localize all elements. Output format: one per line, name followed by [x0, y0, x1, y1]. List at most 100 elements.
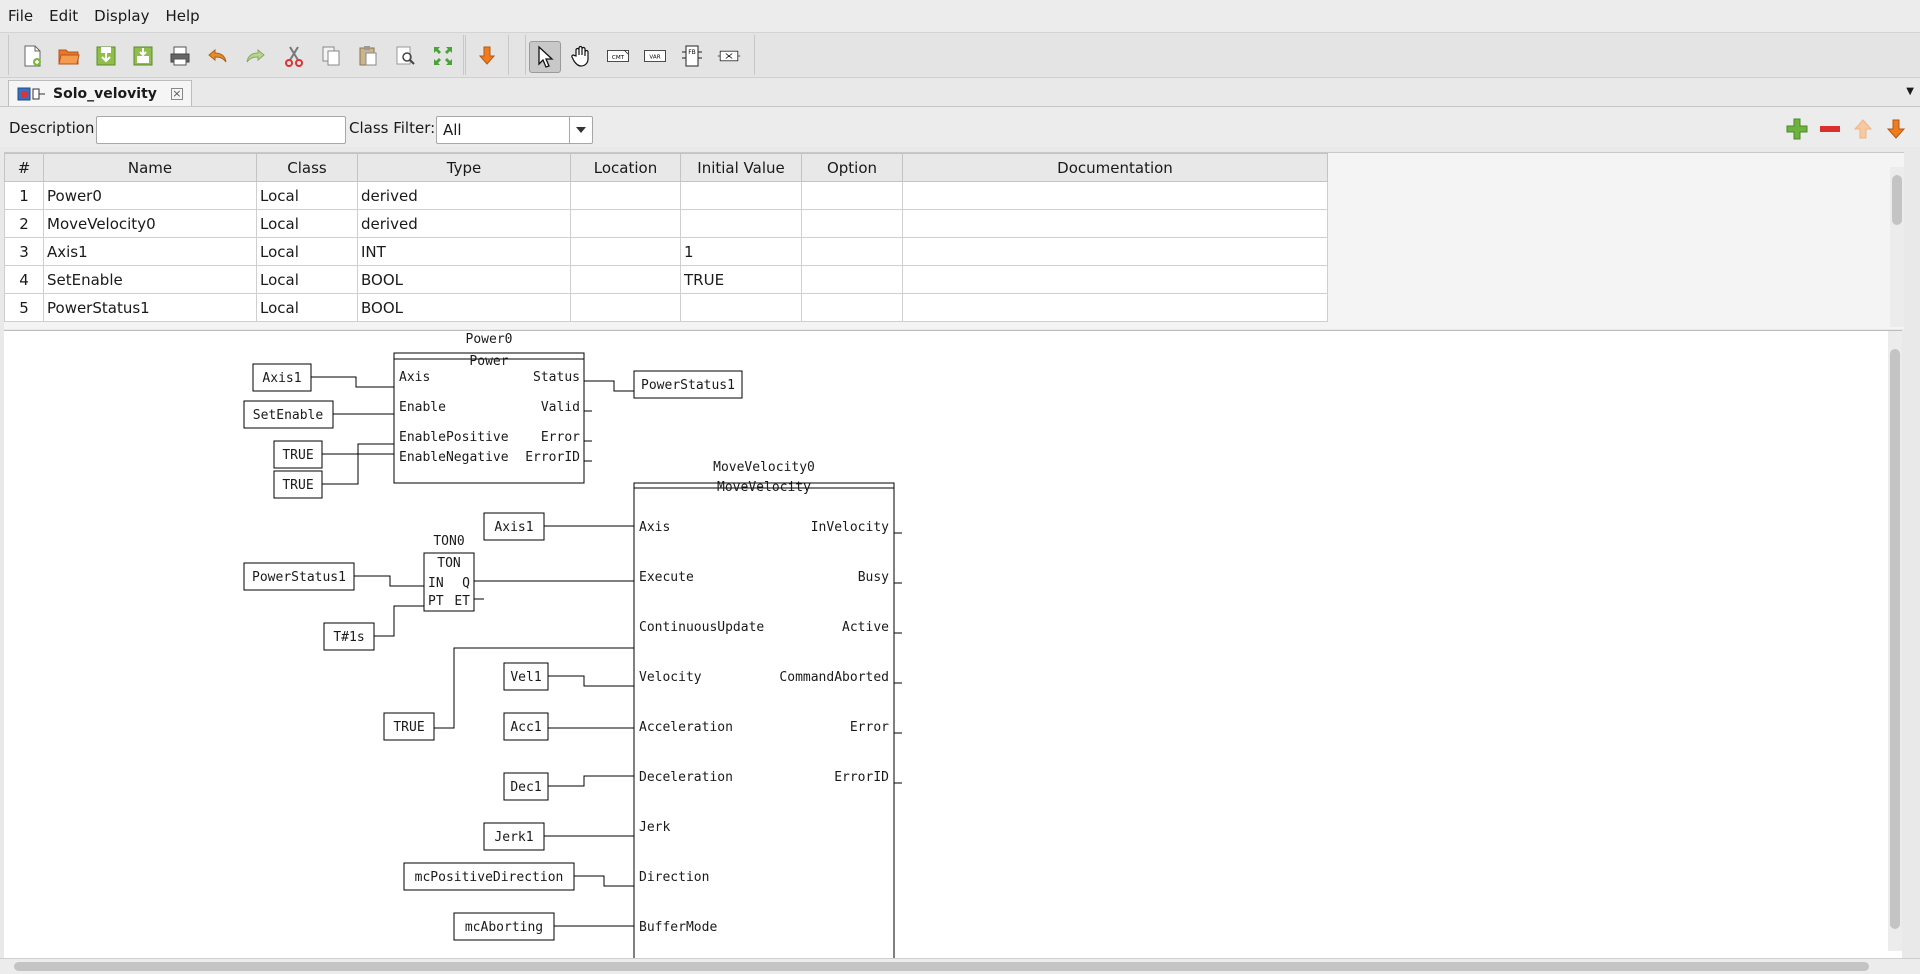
function-block-icon[interactable]: FB [677, 41, 707, 71]
column-header[interactable]: Location [570, 153, 681, 182]
remove-variable-icon[interactable] [1818, 117, 1842, 141]
menu-help[interactable]: Help [157, 7, 207, 25]
undo-icon[interactable] [203, 41, 233, 71]
column-header[interactable]: Type [357, 153, 571, 182]
option-cell[interactable] [801, 209, 903, 238]
ton-output-q: Q [462, 576, 470, 591]
scrollbar-thumb[interactable] [1890, 349, 1900, 929]
fbd-diagram-canvas[interactable]: Power0 Power Axis Enable EnablePositive … [4, 330, 1902, 959]
tab-title: Solo_velovity [53, 85, 157, 102]
class-cell[interactable]: Local [256, 181, 358, 210]
tab-list-dropdown-icon[interactable]: ▼ [1906, 86, 1914, 97]
name-cell[interactable]: SetEnable [43, 265, 257, 294]
table-vertical-scrollbar[interactable] [1890, 167, 1904, 327]
initial-value-cell[interactable]: TRUE [680, 265, 802, 294]
menu-file[interactable]: File [0, 7, 41, 25]
column-header[interactable]: Documentation [902, 153, 1328, 182]
name-cell[interactable]: PowerStatus1 [43, 293, 257, 322]
table-row[interactable]: 1 Power0 Local derived [4, 181, 1328, 210]
ton-instance-label: TON0 [433, 534, 464, 549]
menu-edit[interactable]: Edit [41, 7, 86, 25]
add-variable-icon[interactable] [1785, 117, 1809, 141]
column-header[interactable]: Initial Value [680, 153, 802, 182]
location-cell[interactable] [570, 265, 681, 294]
cut-icon[interactable] [279, 41, 309, 71]
comment-icon[interactable]: CMT [603, 41, 633, 71]
open-icon[interactable] [54, 41, 84, 71]
var-mcpositivedirection-label: mcPositiveDirection [415, 870, 564, 885]
zoom-fit-icon[interactable] [428, 41, 458, 71]
documentation-cell[interactable] [902, 293, 1328, 322]
documentation-cell[interactable] [902, 237, 1328, 266]
documentation-cell[interactable] [902, 265, 1328, 294]
class-cell[interactable]: Local [256, 237, 358, 266]
name-cell[interactable]: MoveVelocity0 [43, 209, 257, 238]
mv-output-errorid: ErrorID [834, 770, 889, 785]
diagram-horizontal-scrollbar[interactable] [0, 958, 1920, 974]
table-row[interactable]: 2 MoveVelocity0 Local derived [4, 209, 1328, 238]
description-input[interactable] [96, 116, 346, 144]
print-icon[interactable] [165, 41, 195, 71]
save-as-icon[interactable] [128, 41, 158, 71]
type-cell[interactable]: INT [357, 237, 571, 266]
program-icon [17, 87, 45, 100]
location-cell[interactable] [570, 181, 681, 210]
location-cell[interactable] [570, 237, 681, 266]
search-icon[interactable] [391, 41, 421, 71]
scrollbar-thumb[interactable] [1892, 175, 1902, 225]
type-cell[interactable]: BOOL [357, 265, 571, 294]
name-cell[interactable]: Axis1 [43, 237, 257, 266]
variable-icon[interactable]: VAR [640, 41, 670, 71]
redo-icon[interactable] [240, 41, 270, 71]
initial-value-cell[interactable] [680, 181, 802, 210]
type-cell[interactable]: derived [357, 181, 571, 210]
option-cell[interactable] [801, 237, 903, 266]
diagram-vertical-scrollbar[interactable] [1888, 331, 1902, 951]
table-header-row: # Name Class Type Location Initial Value… [4, 153, 1328, 182]
class-filter-select[interactable]: All [436, 116, 593, 144]
mv-output-invelocity: InVelocity [811, 520, 889, 535]
tab-solo-velovity[interactable]: Solo_velovity × [8, 80, 192, 106]
table-row[interactable]: 4 SetEnable Local BOOL TRUE [4, 265, 1328, 294]
option-cell[interactable] [801, 181, 903, 210]
initial-value-cell[interactable] [680, 293, 802, 322]
documentation-cell[interactable] [902, 209, 1328, 238]
type-cell[interactable]: derived [357, 209, 571, 238]
initial-value-cell[interactable] [680, 209, 802, 238]
class-cell[interactable]: Local [256, 293, 358, 322]
type-cell[interactable]: BOOL [357, 293, 571, 322]
connection-icon[interactable] [714, 41, 744, 71]
hand-icon[interactable] [566, 41, 596, 71]
copy-icon[interactable] [316, 41, 346, 71]
option-cell[interactable] [801, 293, 903, 322]
location-cell[interactable] [570, 293, 681, 322]
menu-display[interactable]: Display [86, 7, 157, 25]
row-number: 5 [4, 293, 44, 322]
close-tab-icon[interactable]: × [170, 87, 183, 100]
column-header[interactable]: Name [43, 153, 257, 182]
documentation-cell[interactable] [902, 181, 1328, 210]
column-header[interactable]: # [4, 153, 44, 182]
power-input-axis: Axis [399, 370, 430, 385]
table-row[interactable]: 5 PowerStatus1 Local BOOL [4, 293, 1328, 322]
new-file-icon[interactable] [17, 41, 47, 71]
name-cell[interactable]: Power0 [43, 181, 257, 210]
pointer-icon[interactable] [529, 41, 561, 73]
transfer-icon[interactable] [472, 41, 502, 71]
class-cell[interactable]: Local [256, 209, 358, 238]
scrollbar-thumb[interactable] [14, 962, 1869, 971]
power-output-valid: Valid [541, 400, 580, 415]
column-header[interactable]: Option [801, 153, 903, 182]
location-cell[interactable] [570, 209, 681, 238]
table-row[interactable]: 3 Axis1 Local INT 1 [4, 237, 1328, 266]
mv-output-busy: Busy [858, 570, 889, 585]
move-up-icon[interactable] [1851, 117, 1875, 141]
mv-input-axis: Axis [639, 520, 670, 535]
initial-value-cell[interactable]: 1 [680, 237, 802, 266]
save-icon[interactable] [91, 41, 121, 71]
paste-icon[interactable] [353, 41, 383, 71]
option-cell[interactable] [801, 265, 903, 294]
move-down-icon[interactable] [1884, 117, 1908, 141]
class-cell[interactable]: Local [256, 265, 358, 294]
column-header[interactable]: Class [256, 153, 358, 182]
